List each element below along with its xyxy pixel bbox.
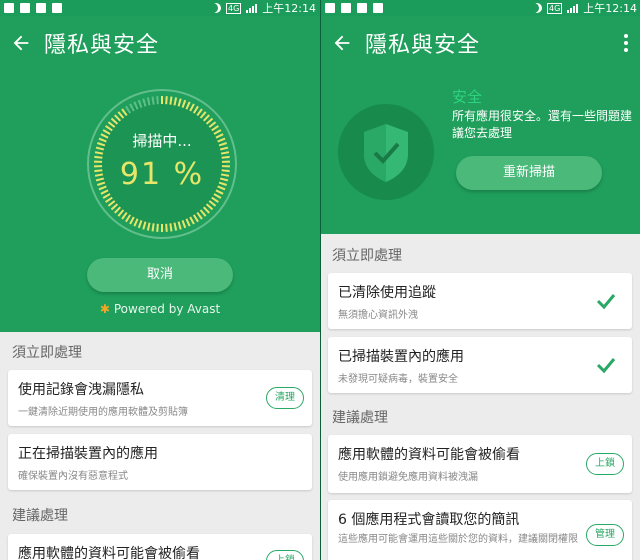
back-arrow-icon[interactable] — [10, 32, 32, 54]
check-icon — [596, 294, 616, 310]
signal-icon — [246, 3, 258, 13]
safe-description: 所有應用很安全。還有一些問題建議您去處理 — [452, 109, 633, 140]
scan-label: 掃描中... — [132, 132, 192, 150]
card-usage-cleared[interactable]: 已清除使用追蹤 無須擔心資訊外洩 — [328, 273, 632, 329]
card-title: 已掃描裝置內的應用 — [338, 349, 464, 365]
network-badge: 4G — [547, 2, 563, 14]
card-subtitle: 無須擔心資訊外洩 — [338, 310, 418, 321]
check-icon — [596, 358, 616, 374]
gallery-icon — [52, 3, 62, 13]
status-time: 上午12:14 — [262, 2, 316, 15]
avast-logo-icon: ✱ — [99, 302, 110, 316]
clean-button[interactable]: 清理 — [266, 387, 304, 409]
message-icon — [36, 3, 46, 13]
card-title: 6 個應用程式會讀取您的簡訊 — [338, 512, 520, 528]
rescan-button[interactable]: 重新掃描 — [456, 156, 602, 190]
facebook-icon — [341, 3, 351, 13]
progress-tick — [165, 96, 168, 105]
scan-percent: 91 % — [119, 157, 205, 192]
card-subtitle: 這些應用可能會運用這些關於您的資料，建議關閉權限 — [338, 534, 578, 545]
progress-tick — [165, 223, 168, 232]
powered-by: ✱ Powered by Avast — [0, 302, 320, 316]
facebook-icon — [4, 3, 14, 13]
app-bar: 隱私與安全 — [321, 16, 640, 70]
more-options-icon[interactable] — [623, 34, 629, 52]
status-bar: 4G 上午12:14 — [0, 0, 320, 16]
card-scanning-apps[interactable]: 正在掃描裝置內的應用 確保裝置內沒有惡意程式 — [8, 434, 312, 490]
card-title: 使用記錄會洩漏隱私 — [18, 382, 144, 398]
card-title: 應用軟體的資料可能會被偷看 — [18, 546, 200, 560]
progress-tick — [156, 223, 159, 232]
network-badge: 4G — [226, 2, 242, 14]
facebook-icon — [325, 3, 335, 13]
card-subtitle: 一鍵清除近期使用的應用軟體及剪貼簿 — [18, 407, 188, 418]
moon-icon — [211, 3, 221, 13]
card-app-data-peek[interactable]: 應用軟體的資料可能會被偷看 上鎖 — [8, 534, 312, 560]
section-header-suggested: 建議處理 — [332, 410, 388, 426]
page-title: 隱私與安全 — [44, 33, 160, 58]
progress-tick — [151, 96, 155, 105]
app-bar: 隱私與安全 — [0, 16, 320, 70]
signal-icon — [567, 3, 579, 13]
progress-tick — [169, 223, 173, 232]
section-header-urgent: 須立即處理 — [332, 248, 402, 264]
card-title: 正在掃描裝置內的應用 — [18, 446, 158, 462]
card-subtitle: 未發現可疑病毒，裝置安全 — [338, 374, 458, 385]
card-apps-scanned[interactable]: 已掃描裝置內的應用 未發現可疑病毒，裝置安全 — [328, 337, 632, 393]
cancel-button[interactable]: 取消 — [87, 258, 233, 292]
status-time: 上午12:14 — [583, 2, 637, 15]
card-title: 已清除使用追蹤 — [338, 285, 436, 301]
card-sms-permission[interactable]: 6 個應用程式會讀取您的簡訊 這些應用可能會運用這些關於您的資料，建議關閉權限 … — [328, 500, 632, 560]
section-header-suggested: 建議處理 — [12, 508, 68, 524]
card-title: 應用軟體的資料可能會被偷看 — [338, 447, 520, 463]
safe-title: 安全 — [452, 88, 483, 106]
progress-tick — [156, 96, 159, 105]
scan-screen: 4G 上午12:14 隱私與安全 掃描中... 91 % 取消 ✱ Powered… — [0, 0, 320, 560]
manage-button[interactable]: 管理 — [586, 524, 624, 546]
back-arrow-icon[interactable] — [331, 32, 353, 54]
page-title: 隱私與安全 — [365, 33, 481, 58]
status-bar: 4G 上午12:14 — [321, 0, 640, 16]
card-subtitle: 使用應用鎖避免應用資料被洩漏 — [338, 472, 478, 483]
scan-status: 掃描中... 91 % — [84, 130, 240, 192]
gallery-icon — [373, 3, 383, 13]
card-usage-records[interactable]: 使用記錄會洩漏隱私 一鍵清除近期使用的應用軟體及剪貼簿 清理 — [8, 370, 312, 426]
lock-button[interactable]: 上鎖 — [586, 453, 624, 475]
progress-tick — [169, 96, 173, 105]
shield-badge — [338, 104, 434, 200]
progress-tick — [151, 223, 155, 232]
shield-check-icon — [364, 124, 408, 182]
moon-icon — [532, 3, 542, 13]
card-subtitle: 確保裝置內沒有惡意程式 — [18, 471, 128, 482]
lock-button[interactable]: 上鎖 — [266, 550, 304, 560]
powered-by-label: Powered by Avast — [113, 302, 221, 316]
card-app-data-peek[interactable]: 應用軟體的資料可能會被偷看 使用應用鎖避免應用資料被洩漏 上鎖 — [328, 435, 632, 493]
message-icon — [357, 3, 367, 13]
facebook-icon — [20, 3, 30, 13]
section-header-urgent: 須立即處理 — [12, 345, 82, 361]
